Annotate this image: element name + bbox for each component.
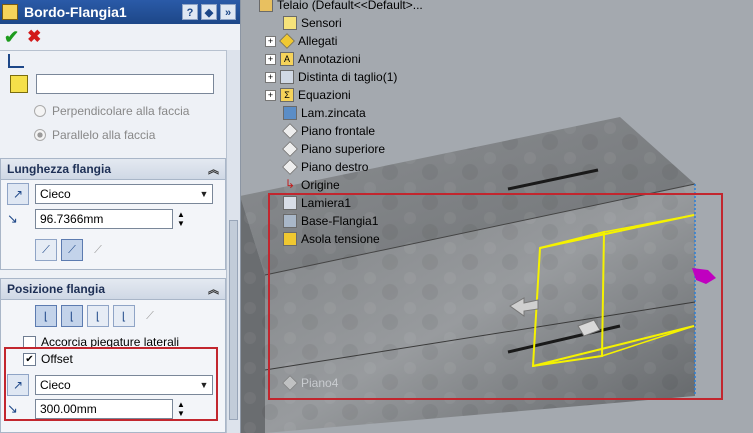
attachment-icon	[279, 33, 295, 49]
virtual-sharp-button[interactable]: ⌊	[113, 305, 135, 327]
tree-item-label: Lamiera1	[301, 196, 352, 210]
profile-icon	[8, 54, 24, 68]
plane-icon	[282, 141, 298, 157]
face-selection-field[interactable]	[36, 74, 214, 94]
profile-row	[8, 54, 24, 68]
radio-perpendicular[interactable]: Perpendicolare alla faccia	[34, 104, 189, 118]
plane-icon	[282, 159, 298, 175]
edge-flange-icon	[2, 4, 18, 20]
tree-item-piano-frontale[interactable]: Piano frontale	[282, 123, 376, 139]
part-icon	[259, 0, 273, 12]
outer-virtual-sharp-button[interactable]: ⟋	[35, 239, 57, 261]
tree-item-lamiera1[interactable]: Lamiera1	[283, 196, 351, 210]
tree-item-label: Piano superiore	[301, 142, 386, 156]
section-header[interactable]: Posizione flangia ︽	[1, 279, 225, 300]
tree-item-sensori[interactable]: Sensori	[283, 16, 342, 30]
tree-root[interactable]: Telaio (Default<<Default>...	[259, 0, 423, 12]
tangent-position-button[interactable]: ⟋	[139, 305, 161, 327]
tree-item-piano-destro[interactable]: Piano destro	[282, 159, 369, 175]
inner-virtual-sharp-button[interactable]: ⟋	[61, 239, 83, 261]
tree-item-label: Piano frontale	[301, 124, 376, 138]
tree-item-label: Origine	[301, 178, 340, 192]
tree-item-label: Base-Flangia1	[301, 214, 379, 228]
plane-icon	[282, 375, 298, 391]
bend-outside-button[interactable]: ⌊	[87, 305, 109, 327]
tree-item-equazioni[interactable]: + Σ Equazioni	[265, 88, 351, 102]
select-value: Cieco	[40, 187, 71, 201]
tree-item-label: Piano4	[301, 376, 339, 390]
help-icon[interactable]: ?	[182, 4, 198, 20]
material-inside-button[interactable]: ⌊	[35, 305, 57, 327]
material-outside-button[interactable]: ⌊	[61, 305, 83, 327]
length-spinner[interactable]: ▲ ▼	[176, 210, 186, 228]
length-input[interactable]: 96.7366mm	[35, 209, 173, 229]
tree-item-piano4[interactable]: Piano4	[282, 375, 339, 391]
tree-item-asola-tensione[interactable]: Asola tensione	[283, 232, 380, 246]
tangent-bend-button[interactable]: ⟋	[87, 239, 109, 261]
chevron-down-icon: ▼	[199, 189, 209, 199]
base-flange-icon	[283, 214, 297, 228]
radio-label: Perpendicolare alla faccia	[52, 104, 190, 118]
scrollbar-thumb[interactable]	[229, 220, 238, 420]
collapse-icon[interactable]: ︽	[208, 281, 219, 297]
tree-item-label: Piano destro	[301, 160, 369, 174]
section-lunghezza-flangia: Lunghezza flangia ︽ ↗ Cieco ▼ ↘ 96.7366m…	[0, 158, 226, 270]
origin-icon: ↳	[284, 177, 296, 191]
tree-item-label: Equazioni	[298, 88, 351, 102]
cut-list-icon	[280, 70, 294, 84]
tree-item-lamzincata[interactable]: Lam.zincata	[283, 106, 366, 120]
panel-titlebar: Bordo-Flangia1 ? ◆ »	[0, 0, 240, 24]
section-header[interactable]: Lunghezza flangia ︽	[1, 159, 225, 180]
ok-cancel-row: ✔ ✖	[0, 24, 240, 51]
expand-icon[interactable]: +	[265, 71, 276, 83]
tree-item-allegati[interactable]: + Allegati	[265, 33, 338, 49]
sensor-icon	[283, 16, 297, 30]
reverse-direction-icon[interactable]: ↗	[7, 183, 29, 205]
tree-item-distinta[interactable]: + Distinta di taglio(1)	[265, 70, 397, 84]
tree-item-label: Lam.zincata	[301, 106, 366, 120]
tree-item-origine[interactable]: ↳ Origine	[283, 178, 340, 192]
panel-scrollbar[interactable]	[226, 50, 240, 433]
expand-icon[interactable]: +	[265, 35, 276, 47]
expand-icon[interactable]: +	[265, 89, 276, 101]
sheet-metal-icon	[283, 196, 297, 210]
distance-icon: ↘	[7, 211, 18, 226]
expand-icon[interactable]: +	[265, 53, 276, 65]
cancel-button[interactable]: ✖	[27, 27, 41, 47]
plane-icon	[282, 123, 298, 139]
radio-label: Parallelo alla faccia	[52, 128, 156, 142]
tree-item-label: Distinta di taglio(1)	[298, 70, 398, 84]
length-end-condition-select[interactable]: Cieco ▼	[35, 184, 213, 204]
equation-icon: Σ	[280, 88, 294, 102]
face-row	[10, 74, 214, 94]
collapse-icon[interactable]: ︽	[208, 161, 219, 177]
relief-slot-icon	[283, 232, 297, 246]
tree-item-label: Sensori	[301, 16, 342, 30]
radio-parallel[interactable]: Parallelo alla faccia	[34, 128, 155, 142]
tree-root-label: Telaio (Default<<Default>...	[277, 0, 423, 12]
tree-item-label: Asola tensione	[301, 232, 380, 246]
tree-item-base-flangia1[interactable]: Base-Flangia1	[283, 214, 378, 228]
material-icon	[283, 106, 297, 120]
radio-button[interactable]	[34, 105, 46, 117]
ok-button[interactable]: ✔	[4, 27, 19, 48]
tree-item-annotazioni[interactable]: + A Annotazioni	[265, 52, 361, 66]
section-title: Posizione flangia	[7, 282, 106, 296]
tree-item-piano-superiore[interactable]: Piano superiore	[282, 141, 386, 157]
annotation-icon: A	[280, 52, 294, 66]
tree-item-label: Annotazioni	[298, 52, 361, 66]
face-icon	[10, 75, 28, 93]
offset-highlight-box	[4, 347, 218, 421]
panel-title: Bordo-Flangia1	[24, 4, 127, 20]
section-title: Lunghezza flangia	[7, 162, 112, 176]
tree-item-label: Allegati	[298, 34, 338, 48]
radio-button[interactable]	[34, 129, 46, 141]
options-icon[interactable]: ◆	[201, 4, 217, 20]
pin-icon[interactable]: »	[220, 4, 236, 20]
